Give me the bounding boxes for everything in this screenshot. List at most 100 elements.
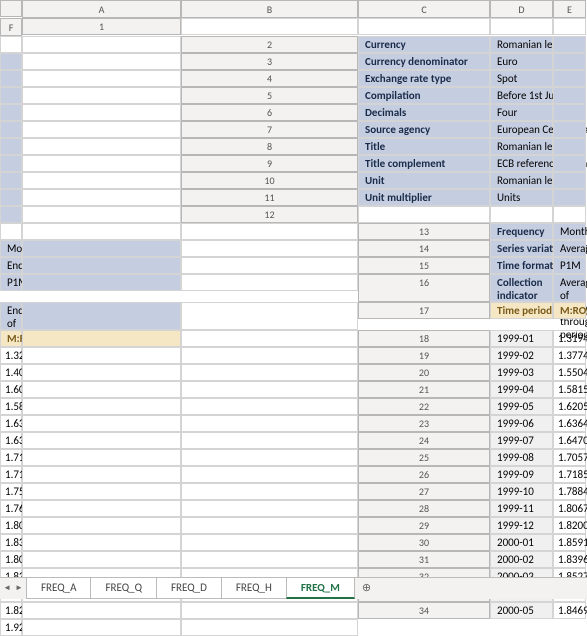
cell[interactable] — [181, 483, 358, 500]
time-period[interactable]: 1999-11 — [490, 500, 553, 517]
key-label[interactable]: Time period or range — [490, 302, 553, 319]
cell[interactable] — [181, 619, 358, 636]
cell[interactable] — [181, 517, 358, 534]
cell[interactable] — [181, 257, 358, 274]
meta-value[interactable]: Spot — [490, 70, 553, 87]
meta-value[interactable]: Average of observations through period — [553, 274, 586, 302]
meta-label[interactable]: Decimals — [358, 104, 490, 121]
row-header[interactable]: 27 — [358, 483, 490, 500]
cell[interactable] — [0, 121, 22, 138]
row-header[interactable]: 31 — [358, 551, 490, 568]
cell[interactable] — [0, 155, 22, 172]
row-header[interactable]: 7 — [181, 121, 358, 138]
cell[interactable] — [22, 602, 181, 619]
cell[interactable] — [22, 364, 181, 381]
data-value[interactable]: 1.7643 — [0, 500, 22, 517]
meta-label[interactable]: Unit multiplier — [358, 189, 490, 206]
cell[interactable] — [0, 206, 22, 223]
row-header[interactable]: 5 — [181, 87, 358, 104]
sheet-tab-freq_d[interactable]: FREQ_D — [156, 578, 222, 599]
meta-value[interactable]: Average — [553, 240, 586, 257]
data-value[interactable]: 1.8038 — [0, 517, 22, 534]
cell[interactable] — [22, 330, 181, 347]
cell[interactable] — [181, 381, 358, 398]
data-value[interactable]: 1.806713636 — [553, 500, 586, 517]
meta-label[interactable]: Currency — [358, 36, 490, 53]
row-header[interactable]: 16 — [358, 274, 490, 302]
select-all-corner[interactable] — [0, 0, 22, 17]
cell[interactable] — [22, 104, 181, 121]
time-period[interactable]: 1999-09 — [490, 466, 553, 483]
meta-value[interactable]: Euro — [490, 53, 553, 70]
cell[interactable] — [22, 87, 181, 104]
meta-label[interactable]: Series variation - EXR context — [490, 240, 553, 257]
cell[interactable] — [181, 534, 358, 551]
time-period[interactable]: 1999-01 — [490, 330, 553, 347]
cell[interactable] — [181, 18, 358, 35]
row-header[interactable]: 17 — [358, 302, 490, 319]
cell[interactable] — [0, 223, 22, 240]
cell[interactable] — [22, 240, 181, 257]
time-period[interactable]: 2000-02 — [490, 551, 553, 568]
cell[interactable] — [553, 18, 586, 35]
cell[interactable] — [553, 155, 586, 172]
data-value[interactable]: 1.859190476 — [553, 534, 586, 551]
meta-value[interactable]: Romanian leu/Euro — [490, 138, 553, 155]
data-value[interactable]: 1.705795455 — [553, 449, 586, 466]
cell[interactable] — [22, 415, 181, 432]
data-value[interactable]: 1.839633333 — [553, 551, 586, 568]
add-sheet-button[interactable]: ⊕ — [354, 578, 379, 599]
data-value[interactable]: 1.84695 — [553, 602, 586, 619]
cell[interactable] — [22, 172, 181, 189]
data-value[interactable]: 1.6059 — [0, 381, 22, 398]
data-value[interactable]: 1.636409091 — [553, 415, 586, 432]
meta-label[interactable]: Exchange rate type — [358, 70, 490, 87]
meta-value[interactable]: P1M — [553, 257, 586, 274]
cell[interactable] — [181, 240, 358, 257]
row-header[interactable]: 29 — [358, 517, 490, 534]
meta-label[interactable]: Collection indicator — [490, 274, 553, 302]
row-header[interactable]: 34 — [358, 602, 490, 619]
meta-label[interactable]: Frequency — [490, 223, 553, 240]
cell[interactable] — [22, 302, 181, 330]
meta-value[interactable]: Units — [490, 189, 553, 206]
row-header[interactable]: 15 — [358, 257, 490, 274]
row-header[interactable]: 22 — [358, 398, 490, 415]
cell[interactable] — [553, 172, 586, 189]
cell[interactable] — [181, 415, 358, 432]
column-header-e[interactable]: E — [553, 0, 586, 18]
row-header[interactable]: 13 — [358, 223, 490, 240]
column-header-d[interactable]: D — [490, 0, 553, 18]
row-header[interactable]: 19 — [358, 347, 490, 364]
cell[interactable] — [181, 602, 358, 619]
meta-value[interactable]: Monthly — [553, 223, 586, 240]
data-value[interactable]: 1.7138 — [0, 466, 22, 483]
sheet-tab-freq_m[interactable]: FREQ_M — [286, 578, 355, 599]
time-period[interactable]: 1999-07 — [490, 432, 553, 449]
cell[interactable] — [490, 18, 553, 35]
cell[interactable] — [22, 189, 181, 206]
cell[interactable] — [0, 70, 22, 87]
column-header-c[interactable]: C — [358, 0, 490, 18]
row-header[interactable]: 25 — [358, 449, 490, 466]
meta-label[interactable]: Title — [358, 138, 490, 155]
time-period[interactable]: 1999-04 — [490, 381, 553, 398]
time-period[interactable]: 1999-08 — [490, 449, 553, 466]
time-period[interactable]: 1999-06 — [490, 415, 553, 432]
cell[interactable] — [22, 398, 181, 415]
cell[interactable] — [553, 138, 586, 155]
column-header-b[interactable]: B — [181, 0, 358, 18]
cell[interactable] — [22, 138, 181, 155]
cell[interactable] — [22, 449, 181, 466]
data-value[interactable]: 1.8073 — [0, 551, 22, 568]
tab-scroll-arrows[interactable]: ◄ ► — [0, 577, 26, 599]
cell[interactable] — [22, 381, 181, 398]
meta-label[interactable]: Currency denominator — [358, 53, 490, 70]
row-header[interactable]: 1 — [22, 18, 181, 35]
spreadsheet-grid[interactable]: ABCDEF12CurrencyRomanian leu3Currency de… — [0, 0, 587, 636]
sheet-tab-freq_a[interactable]: FREQ_A — [26, 578, 91, 599]
row-header[interactable]: 11 — [181, 189, 358, 206]
cell[interactable] — [553, 36, 586, 53]
cell[interactable] — [490, 206, 553, 223]
row-header[interactable]: 24 — [358, 432, 490, 449]
